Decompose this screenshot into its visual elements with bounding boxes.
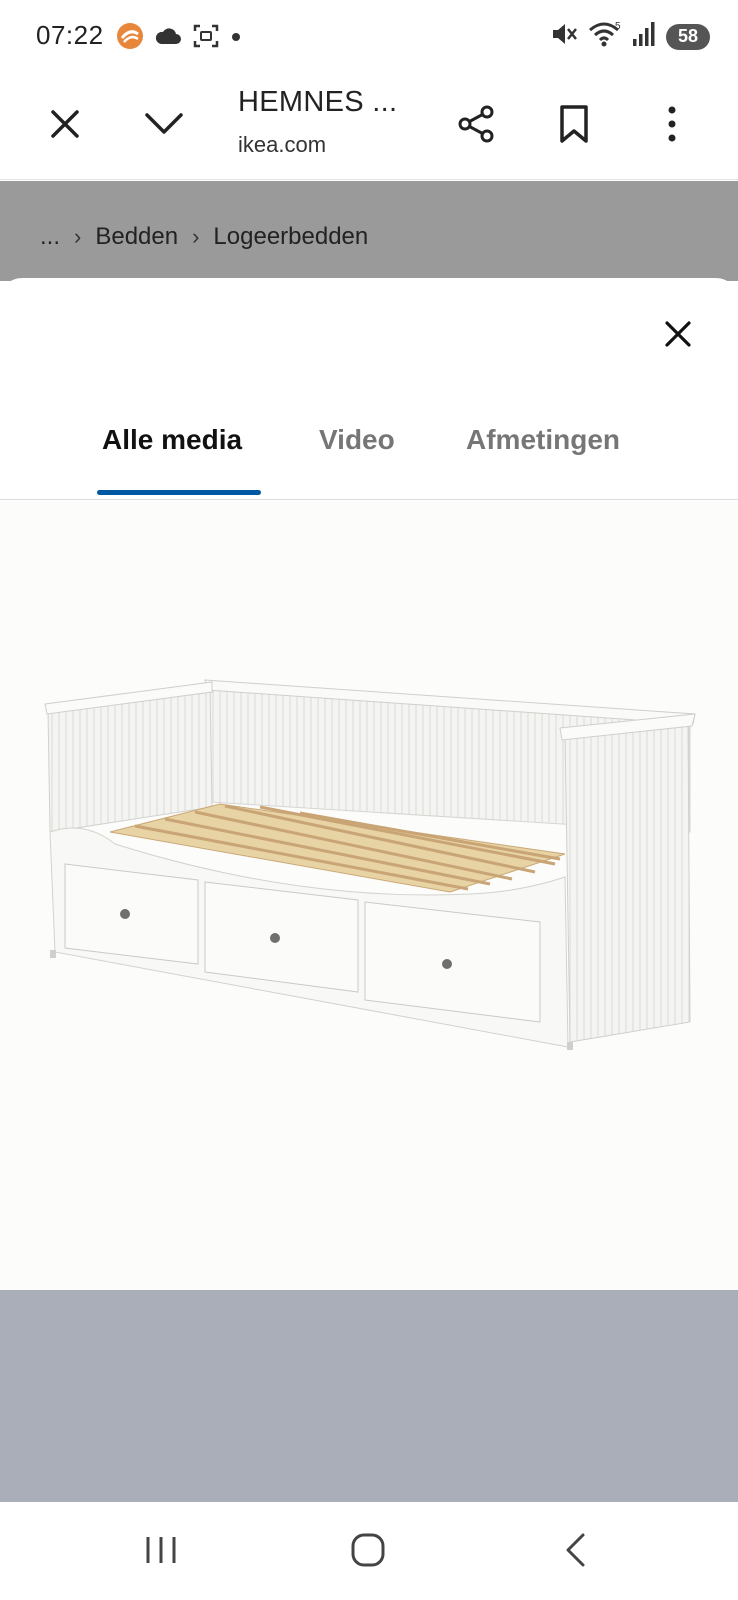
cloud-icon: [154, 26, 182, 51]
home-button[interactable]: [338, 1524, 398, 1580]
breadcrumb: ... › Bedden › Logeerbedden: [40, 223, 368, 251]
status-right-icons: 5 58: [550, 20, 710, 53]
tab-afmetingen[interactable]: Afmetingen: [466, 424, 620, 500]
signal-icon: [632, 21, 656, 52]
page-title: HEMNES ...: [238, 86, 398, 118]
browser-toolbar: HEMNES ... ikea.com: [0, 72, 738, 180]
more-options-button[interactable]: [640, 94, 704, 158]
breadcrumb-item-more[interactable]: ...: [40, 223, 60, 251]
modal-close-button[interactable]: [654, 312, 702, 360]
collapse-button[interactable]: [132, 94, 196, 158]
page-background: ... › Bedden › Logeerbedden: [0, 181, 738, 281]
battery-icon: 58: [666, 23, 710, 50]
close-icon: [49, 108, 81, 145]
chevron-right-icon: ›: [192, 224, 200, 249]
mute-icon: [550, 20, 578, 53]
system-nav-bar: [0, 1502, 738, 1600]
svg-text:5: 5: [615, 21, 621, 32]
recent-apps-button[interactable]: [131, 1524, 191, 1580]
notification-app-icon: [116, 22, 144, 55]
chevron-right-icon: ›: [74, 224, 82, 249]
recent-apps-icon: [144, 1535, 178, 1570]
close-tab-button[interactable]: [33, 94, 97, 158]
more-vert-icon: [667, 106, 677, 147]
page-overlay-area: [0, 1290, 738, 1502]
wifi-icon: 5: [588, 20, 622, 53]
media-tabs: Alle media Video Afmetingen: [0, 424, 738, 500]
product-image-area[interactable]: [0, 502, 738, 1290]
page-domain: ikea.com: [238, 132, 327, 157]
active-tab-indicator: [97, 490, 261, 495]
share-button[interactable]: [444, 94, 508, 158]
status-bar: 07:22 5 58: [0, 0, 738, 72]
breadcrumb-item-bedden[interactable]: Bedden: [95, 223, 178, 251]
bookmark-button[interactable]: [542, 94, 606, 158]
close-icon: [664, 320, 692, 353]
back-icon: [563, 1532, 587, 1573]
status-time: 07:22: [36, 20, 104, 50]
status-left-icons: [116, 22, 242, 55]
tab-alle-media[interactable]: Alle media: [102, 424, 242, 500]
product-image: [44, 679, 696, 1050]
screenshot-icon: [192, 23, 220, 54]
home-icon: [350, 1532, 386, 1573]
media-modal: Alle media Video Afmetingen: [0, 278, 738, 1290]
share-icon: [456, 104, 496, 149]
back-button[interactable]: [545, 1524, 605, 1580]
bookmark-icon: [558, 104, 590, 149]
chevron-down-icon: [144, 111, 184, 142]
dot-icon: [230, 30, 242, 48]
breadcrumb-item-logeerbedden[interactable]: Logeerbedden: [213, 223, 368, 251]
tab-video[interactable]: Video: [319, 424, 395, 500]
